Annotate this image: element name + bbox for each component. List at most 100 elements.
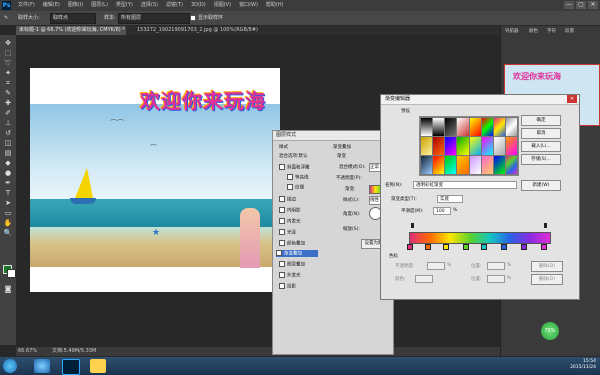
menu-view[interactable]: 视图(V) [214,0,231,11]
menu-edit[interactable]: 编辑(E) [43,0,60,11]
save-button[interactable]: 存储(S)... [521,154,561,165]
gradient-tool-icon[interactable]: ▤ [3,149,13,157]
preset-swatch[interactable] [505,137,517,155]
opacity-stop[interactable] [544,223,547,228]
preset-swatch[interactable] [493,118,505,136]
tab-color[interactable]: 颜色 [529,28,538,34]
eyedropper-tool-icon[interactable]: ✎ [3,89,13,97]
color-stop[interactable] [541,244,547,250]
preset-swatch[interactable] [421,118,433,136]
maximize-button[interactable]: ▢ [576,1,586,9]
shape-tool-icon[interactable]: ▭ [3,209,13,217]
close-button[interactable]: ✕ [588,1,598,9]
gradient-overlay-item[interactable]: 渐变叠加 [276,250,318,257]
marquee-tool-icon[interactable]: ⬚ [3,49,13,57]
move-tool-icon[interactable]: ✥ [3,39,13,47]
show-sampling-ring-checkbox[interactable]: 显示取样环 [190,13,223,23]
eyedropper-icon[interactable]: ✎ [4,13,8,23]
photoshop-taskbar-icon[interactable] [62,359,80,375]
preset-swatch[interactable] [445,137,457,155]
clone-stamp-tool-icon[interactable]: ⊥ [3,119,13,127]
preset-swatch[interactable] [469,137,481,155]
menu-filter[interactable]: 滤镜(T) [166,0,183,11]
sample-select[interactable]: 所有图层 [118,13,190,24]
sample-size-select[interactable]: 取样点 [50,13,96,24]
color-stop[interactable] [481,244,487,250]
menu-select[interactable]: 选择(S) [141,0,158,11]
blur-tool-icon[interactable]: ◆ [3,159,13,167]
cancel-button[interactable]: 取消 [521,128,561,139]
menu-3d[interactable]: 3D(D) [191,0,206,11]
preset-swatch[interactable] [421,156,433,174]
tab-navigator[interactable]: 导航器 [505,28,519,34]
speed-ball-icon[interactable]: 75% [541,322,559,340]
load-button[interactable]: 载入(L)... [521,141,561,152]
preset-swatch[interactable] [469,118,481,136]
menu-help[interactable]: 帮助(H) [266,0,284,11]
smoothness-input[interactable]: 100 [433,207,451,215]
preset-swatch[interactable] [457,156,469,174]
menu-type[interactable]: 类型(Y) [116,0,133,11]
preset-swatch[interactable] [457,118,469,136]
stop-position-input[interactable] [487,262,505,270]
stop-opacity-input[interactable] [427,262,445,270]
color-stop[interactable] [443,244,449,250]
crop-tool-icon[interactable]: ⌗ [3,79,13,87]
start-button-icon[interactable] [3,359,17,373]
satin-item[interactable]: 光泽 [279,229,296,236]
pattern-overlay-item[interactable]: 图案叠加 [279,261,305,268]
ok-button[interactable]: 确定 [521,115,561,126]
preset-swatch[interactable] [481,137,493,155]
lasso-tool-icon[interactable]: ➰ [3,59,13,67]
path-select-tool-icon[interactable]: ➤ [3,199,13,207]
menu-layer[interactable]: 图层(L) [91,0,108,11]
zoom-tool-icon[interactable]: 🔍 [3,229,13,237]
inner-shadow-item[interactable]: 内阴影 [279,207,301,214]
hand-tool-icon[interactable]: ✋ [3,219,13,227]
gradient-presets-grid[interactable] [419,116,519,176]
color-overlay-item[interactable]: 颜色叠加 [279,240,305,247]
preset-swatch[interactable] [445,156,457,174]
healing-brush-tool-icon[interactable]: ✚ [3,99,13,107]
ie-browser-icon[interactable] [34,359,50,373]
inner-glow-item[interactable]: 内发光 [279,218,301,225]
gradient-type-select[interactable]: 实底 [437,195,463,203]
blending-options-item[interactable]: 混合选项:默认 [279,153,308,159]
delete-color-stop-button[interactable]: 删除(D) [531,274,563,285]
new-gradient-button[interactable]: 新建(W) [521,180,561,191]
dodge-tool-icon[interactable]: ● [3,169,13,177]
bevel-emboss-item[interactable]: 斜面和浮雕 [279,164,310,171]
texture-item[interactable]: 纹理 [287,184,304,191]
preset-swatch[interactable] [481,156,493,174]
menu-file[interactable]: 文件(F) [18,0,35,11]
history-brush-tool-icon[interactable]: ↺ [3,129,13,137]
preset-swatch[interactable] [433,156,445,174]
color-stop[interactable] [521,244,527,250]
preset-swatch[interactable] [493,137,505,155]
style-list-header[interactable]: 样式 [279,144,288,150]
zoom-level[interactable]: 66.67% [18,347,37,356]
preset-swatch[interactable] [505,118,517,136]
tab-jpg-image[interactable]: 153272_190219091703_2.jpg @ 100%(RGB/8#) [134,26,270,35]
preset-swatch[interactable] [433,118,445,136]
contour-item[interactable]: 等高线 [287,174,309,181]
preset-swatch[interactable] [481,118,493,136]
color-stop[interactable] [463,244,469,250]
quick-mask-icon[interactable]: ◙ [3,285,13,293]
stroke-item[interactable]: 描边 [279,196,296,203]
preset-swatch[interactable] [457,137,469,155]
opacity-stop[interactable] [411,223,414,228]
preset-swatch[interactable] [433,137,445,155]
color-stop[interactable] [407,244,413,250]
menu-window[interactable]: 窗口(W) [239,0,258,11]
preset-swatch[interactable] [505,156,517,174]
background-color-swatch[interactable] [7,269,16,278]
quick-select-tool-icon[interactable]: ✦ [3,69,13,77]
menu-image[interactable]: 图像(I) [68,0,83,11]
type-tool-icon[interactable]: T [3,189,13,197]
preset-swatch[interactable] [493,156,505,174]
delete-opacity-stop-button[interactable]: 删除(D) [531,261,563,272]
preset-swatch[interactable] [445,118,457,136]
color-stop[interactable] [425,244,431,250]
preset-swatch[interactable] [469,156,481,174]
